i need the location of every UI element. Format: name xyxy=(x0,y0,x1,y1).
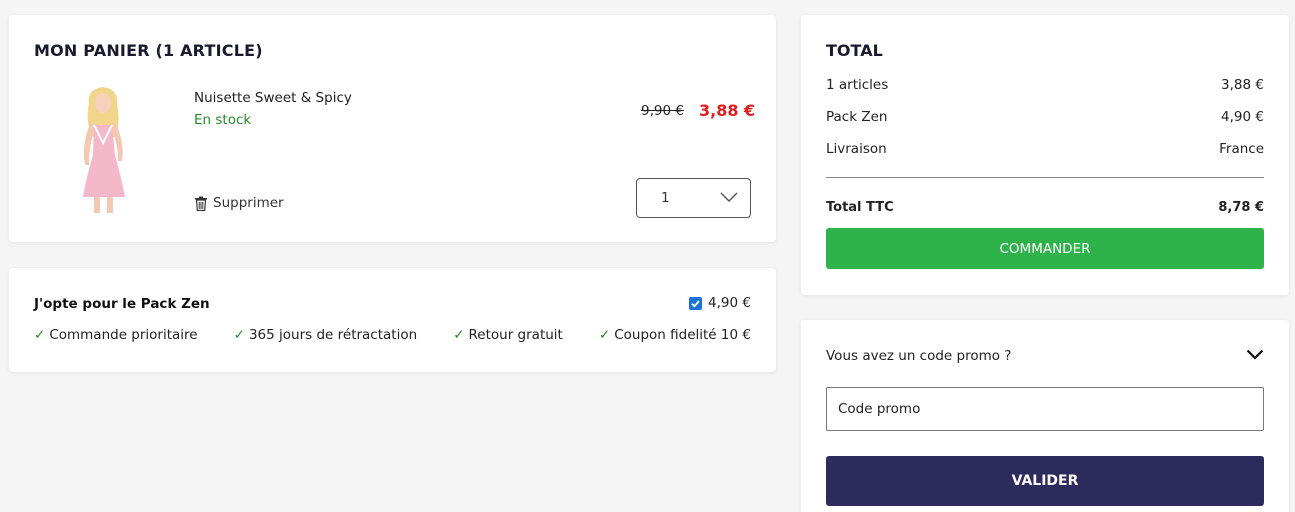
pack-zen-title: J'opte pour le Pack Zen xyxy=(34,296,210,312)
checkout-button[interactable]: COMMANDER xyxy=(826,228,1264,269)
check-icon: ✓ xyxy=(34,327,46,343)
total-ttc-label: Total TTC xyxy=(826,200,894,215)
summary-value: 3,88 € xyxy=(1221,77,1264,93)
summary-value: 4,90 € xyxy=(1221,109,1264,125)
total-title: TOTAL xyxy=(826,41,883,60)
check-icon: ✓ xyxy=(233,327,245,343)
pack-zen-checkbox[interactable] xyxy=(689,296,703,310)
feature-item: ✓ Retour gratuit xyxy=(453,327,563,343)
feature-item: ✓ Commande prioritaire xyxy=(34,327,198,343)
promo-question[interactable]: Vous avez un code promo ? xyxy=(826,348,1011,364)
summary-row-articles: 1 articles 3,88 € xyxy=(826,77,1264,93)
summary-label: Pack Zen xyxy=(826,109,888,125)
feature-label: Coupon fidelité 10 € xyxy=(614,327,751,343)
delete-button[interactable]: Supprimer xyxy=(194,195,284,211)
checkmark-icon xyxy=(691,299,700,308)
feature-item: ✓ 365 jours de rétractation xyxy=(234,327,418,343)
trash-icon xyxy=(195,196,207,211)
price-sale: 3,88 € xyxy=(699,101,756,120)
quantity-value: 1 xyxy=(661,190,670,206)
feature-label: Commande prioritaire xyxy=(49,327,198,343)
pack-zen-option[interactable]: 4,90 € xyxy=(689,295,751,311)
promo-card: Vous avez un code promo ? VALIDER xyxy=(801,320,1289,512)
divider xyxy=(826,177,1264,178)
summary-label: Livraison xyxy=(826,141,887,157)
chevron-down-icon[interactable] xyxy=(1246,349,1264,360)
summary-value: France xyxy=(1219,141,1264,157)
product-image[interactable] xyxy=(67,85,142,215)
total-ttc-row: Total TTC 8,78 € xyxy=(826,200,1264,215)
pack-zen-features: ✓ Commande prioritaire ✓ 365 jours de rétr… xyxy=(34,327,751,343)
chevron-down-icon xyxy=(720,192,738,202)
feature-item: ✓ Coupon fidelité 10 € xyxy=(599,327,751,343)
product-name[interactable]: Nuisette Sweet & Spicy xyxy=(194,90,352,106)
summary-row-pack-zen: Pack Zen 4,90 € xyxy=(826,109,1264,125)
delete-label: Supprimer xyxy=(213,195,284,211)
summary-row-shipping: Livraison France xyxy=(826,141,1264,157)
check-icon: ✓ xyxy=(598,327,611,343)
cart-title: MON PANIER (1 ARTICLE) xyxy=(34,41,263,60)
summary-label: 1 articles xyxy=(826,77,889,93)
pack-zen-card: J'opte pour le Pack Zen 4,90 € ✓ Commande… xyxy=(9,268,776,372)
quantity-select[interactable]: 1 xyxy=(636,178,751,218)
pack-zen-price: 4,90 € xyxy=(708,295,751,311)
feature-label: 365 jours de rétractation xyxy=(248,327,418,343)
validate-button[interactable]: VALIDER xyxy=(826,456,1264,506)
check-icon: ✓ xyxy=(453,327,465,343)
stock-status: En stock xyxy=(194,112,252,128)
total-card: TOTAL 1 articles 3,88 € Pack Zen 4,90 € … xyxy=(801,15,1289,295)
promo-code-input[interactable] xyxy=(826,387,1264,431)
price-original: 9,90 € xyxy=(641,103,684,119)
cart-card: MON PANIER (1 ARTICLE) Nuisette Sweet & … xyxy=(9,15,776,242)
total-ttc-value: 8,78 € xyxy=(1218,200,1264,215)
feature-label: Retour gratuit xyxy=(468,327,563,343)
